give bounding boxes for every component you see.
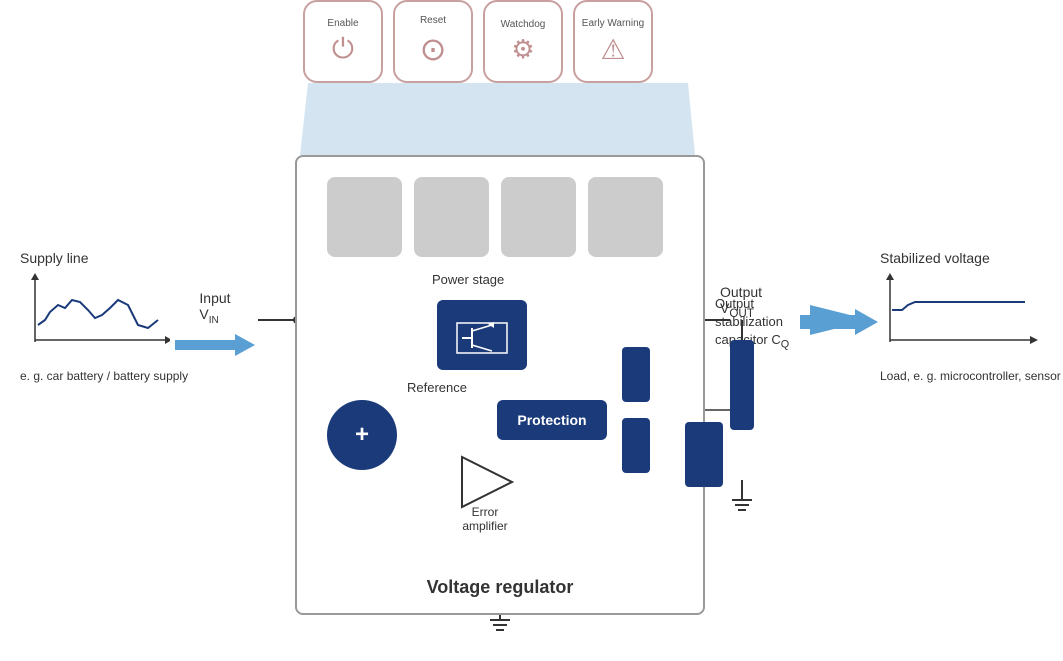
gray-placeholder-boxes <box>327 177 663 257</box>
reset-label: Reset <box>420 15 446 26</box>
supply-line-section: Supply line e. g. car battery / battery … <box>20 250 188 385</box>
supply-line-title: Supply line <box>20 250 188 266</box>
protection-block: Protection <box>497 400 607 440</box>
output-cap-component <box>730 340 754 430</box>
early-warning-icon: ⚠ <box>600 33 625 66</box>
resistor-group <box>622 347 650 473</box>
power-stage-block <box>437 300 527 370</box>
error-amp-symbol <box>452 452 522 512</box>
protection-label: Protection <box>517 412 586 428</box>
voltage-regulator-box: Power stage Reference + Protection <box>295 155 705 615</box>
power-stage-symbol <box>452 313 512 358</box>
stabilized-title: Stabilized voltage <box>880 250 1061 266</box>
reset-icon: ⊙ <box>420 30 447 68</box>
error-amp-label: Erroramplifier <box>445 505 525 533</box>
stabilized-chart <box>880 270 1040 360</box>
reference-label: Reference <box>407 380 467 395</box>
watchdog-icon-box[interactable]: Watchdog ⚙ <box>483 0 563 83</box>
watchdog-icon: ⚙ <box>511 34 534 65</box>
supply-line-chart <box>20 270 170 360</box>
reference-block: + <box>327 400 397 470</box>
resistor-1 <box>622 347 650 402</box>
reference-plus-icon: + <box>355 421 369 449</box>
input-arrow <box>175 330 255 360</box>
reset-icon-box[interactable]: Reset ⊙ <box>393 0 473 83</box>
output-arrow-svg <box>800 307 880 337</box>
gray-box-1 <box>327 177 402 257</box>
input-label: Input VIN <box>199 290 230 326</box>
early-warning-label: Early Warning <box>582 18 644 29</box>
stabilized-section: Stabilized voltage Load, e. g. microcont… <box>880 250 1061 385</box>
gray-box-4 <box>588 177 663 257</box>
gray-box-2 <box>414 177 489 257</box>
output-capacitor <box>685 422 723 487</box>
stabilized-sublabel: Load, e. g. microcontroller, sensor <box>880 369 1061 385</box>
watchdog-label: Watchdog <box>501 19 546 30</box>
gray-box-3 <box>501 177 576 257</box>
diagram-container: Supply line e. g. car battery / battery … <box>0 0 1063 661</box>
output-label: OutputVOUT <box>720 284 762 320</box>
resistor-2 <box>622 418 650 473</box>
top-icons-row: Enable ⏻ Reset ⊙ Watchdog ⚙ Early Warnin… <box>303 0 653 83</box>
voltage-regulator-label: Voltage regulator <box>297 577 703 598</box>
supply-line-sublabel: e. g. car battery / battery supply <box>20 369 188 385</box>
enable-icon: ⏻ <box>332 33 354 66</box>
input-arrow-section: Input VIN <box>175 290 255 360</box>
early-warning-icon-box[interactable]: Early Warning ⚠ <box>573 0 653 83</box>
enable-icon-box[interactable]: Enable ⏻ <box>303 0 383 83</box>
enable-label: Enable <box>327 18 358 29</box>
funnel-shape <box>300 83 695 155</box>
power-stage-label: Power stage <box>432 272 504 287</box>
output-arrow-section <box>800 307 880 342</box>
